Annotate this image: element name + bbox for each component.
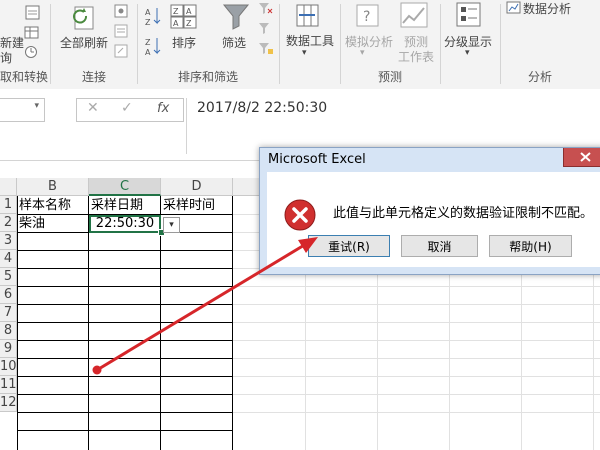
row-header[interactable]: 5 (0, 268, 17, 286)
advanced-filter-icon (258, 42, 274, 59)
row-header[interactable]: 11 (0, 376, 17, 394)
analysis-group-label: 分析 (528, 70, 553, 84)
filter-button[interactable]: 筛选 (222, 34, 246, 51)
svg-text:Z: Z (145, 18, 151, 26)
row-header[interactable]: 2 (0, 214, 17, 232)
cell-c-header[interactable]: 采样日期 (91, 197, 160, 215)
cell-c1-active[interactable]: 22:50:30 (89, 215, 161, 233)
outline-dropdown-icon[interactable]: ▾ (465, 48, 470, 58)
refresh-all-button[interactable]: 全部刷新 (60, 34, 108, 51)
data-analysis-icon (506, 1, 522, 18)
sort-icon: ZAAZ (170, 4, 198, 33)
table-icon (24, 26, 40, 43)
connections-icon (114, 4, 128, 21)
outline-icon (456, 2, 482, 31)
column-header-d[interactable]: D (161, 178, 233, 196)
close-icon (580, 152, 591, 162)
what-if-button[interactable]: 模拟分析 (345, 33, 393, 50)
what-if-icon: ? (356, 4, 380, 31)
row-header[interactable]: 3 (0, 232, 17, 250)
recent-sources-icon (24, 45, 40, 62)
sort-za-icon[interactable]: ZA (145, 36, 161, 59)
row-header[interactable]: 1 (0, 196, 17, 214)
cell-d-header[interactable]: 采样时间 (163, 197, 232, 215)
query-icon (24, 4, 42, 25)
sort-filter-group-label: 排序和筛选 (178, 70, 239, 84)
svg-text:A: A (145, 8, 151, 17)
error-dialog: Microsoft Excel 此值与此单元格定义的数据验证限制不匹配。 重试(… (259, 147, 600, 275)
row-header[interactable]: 8 (0, 322, 17, 340)
dialog-message: 此值与此单元格定义的数据验证限制不匹配。 (333, 206, 594, 221)
select-all-corner[interactable] (0, 178, 17, 196)
column-header-b[interactable]: B (17, 178, 89, 196)
formula-value: 2017/8/2 22:50:30 (197, 100, 328, 116)
retry-button[interactable]: 重试(R) (308, 235, 390, 257)
error-icon (283, 198, 317, 235)
properties-icon (114, 24, 128, 41)
formula-input[interactable]: 2017/8/2 22:50:30 (186, 98, 600, 154)
svg-text:A: A (145, 48, 151, 56)
sort-button[interactable]: 排序 (172, 34, 196, 51)
row-header[interactable]: 12 (0, 394, 17, 412)
forecast-group-label: 预测 (378, 70, 403, 84)
cancel-button[interactable]: 取消 (401, 235, 478, 257)
row-header[interactable]: 6 (0, 286, 17, 304)
dialog-title: Microsoft Excel (268, 152, 366, 167)
row-header[interactable]: 4 (0, 250, 17, 268)
validation-dropdown-icon[interactable]: ▾ (163, 217, 180, 233)
sort-az-icon[interactable]: AZ (145, 6, 161, 29)
svg-text:Z: Z (186, 19, 192, 28)
svg-text:Z: Z (145, 38, 151, 47)
data-analysis-button[interactable]: 数据分析 (523, 0, 571, 17)
help-button[interactable]: 帮助(H) (489, 235, 572, 257)
cell-b-header[interactable]: 样本名称 (19, 197, 88, 215)
svg-text:A: A (173, 19, 179, 28)
forecast-sheet-icon (400, 2, 430, 33)
data-tools-button[interactable]: 数据工具 (286, 32, 334, 49)
what-if-dropdown-icon[interactable]: ▾ (360, 48, 365, 58)
column-header-c[interactable]: C (89, 178, 161, 196)
get-transform-group-label: 取和转换 (0, 70, 49, 84)
data-tools-dropdown-icon[interactable]: ▾ (302, 48, 307, 58)
forecast-sheet-label-2: 工作表 (398, 50, 435, 64)
close-button[interactable] (563, 148, 600, 167)
insert-function-icon[interactable]: fx (157, 101, 169, 116)
confirm-entry-icon[interactable]: ✓ (121, 100, 133, 116)
ribbon: 新建 询 取和转换 全部刷新 连接 AZ ZA ZAAZ 排序 筛选 排序和筛选… (0, 0, 600, 90)
filter-icon (222, 2, 250, 33)
svg-text:?: ? (363, 9, 370, 25)
edit-links-icon (114, 44, 128, 61)
row-header[interactable]: 7 (0, 304, 17, 322)
data-tools-icon (296, 4, 320, 31)
cancel-entry-icon[interactable]: ✕ (87, 100, 99, 116)
row-header[interactable]: 10 (0, 358, 17, 376)
cell-b1[interactable]: 柴油 (19, 215, 88, 233)
name-box[interactable]: ▾ (0, 98, 45, 122)
svg-text:A: A (186, 7, 192, 16)
connections-group-label: 连接 (82, 70, 107, 84)
row-header[interactable]: 9 (0, 340, 17, 358)
clear-filter-icon (258, 2, 274, 19)
reapply-icon (258, 22, 274, 39)
svg-text:Z: Z (173, 7, 179, 16)
name-box-dropdown-icon[interactable]: ▾ (34, 101, 39, 111)
refresh-all-icon (72, 4, 102, 35)
formula-buttons: ✕ ✓ fx (76, 98, 184, 122)
query-label-fragment[interactable]: 询 (0, 49, 12, 66)
